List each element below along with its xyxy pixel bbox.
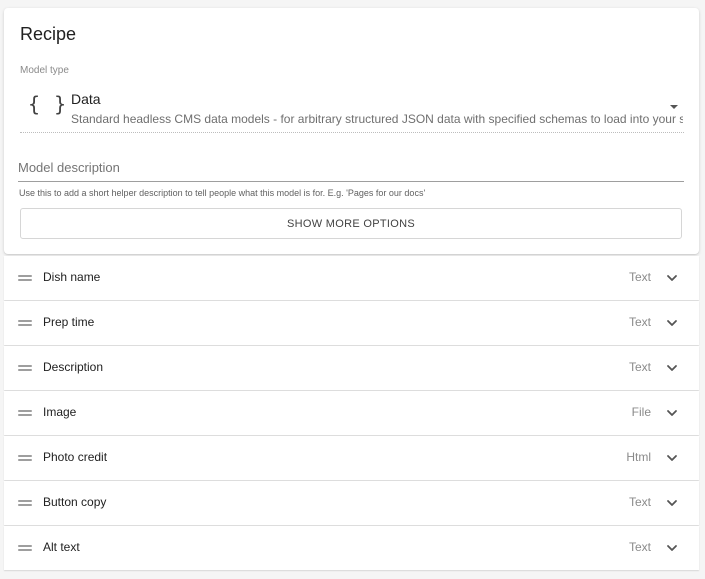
field-row[interactable]: Alt text Text: [4, 526, 699, 570]
model-type-select[interactable]: { } Data Standard headless CMS data mode…: [20, 80, 684, 133]
field-row[interactable]: Image File: [4, 391, 699, 435]
model-description-input[interactable]: [18, 154, 684, 180]
field-name: Image: [43, 405, 77, 419]
field-name: Description: [43, 360, 104, 374]
field-type: Text: [628, 540, 651, 554]
chevron-down-icon[interactable]: [665, 406, 679, 420]
model-description-field: [18, 154, 684, 182]
field-name: Dish name: [43, 270, 101, 284]
drag-handle-icon[interactable]: [18, 500, 32, 506]
field-name: Button copy: [43, 495, 107, 509]
field-list: Dish name Text Prep time Text Description Tex…: [4, 256, 699, 571]
chevron-down-icon[interactable]: [665, 316, 679, 330]
drag-handle-icon[interactable]: [18, 410, 32, 416]
field-row[interactable]: Photo credit Html: [4, 436, 699, 480]
drag-handle-icon[interactable]: [18, 545, 32, 551]
field-row[interactable]: Dish name Text: [4, 256, 699, 300]
field-name: Alt text: [43, 540, 80, 554]
drag-handle-icon[interactable]: [18, 275, 32, 281]
chevron-down-icon[interactable]: [665, 496, 679, 510]
field-row[interactable]: Button copy Text: [4, 481, 699, 525]
model-type-description: Standard headless CMS data models - for …: [71, 112, 683, 126]
chevron-down-icon[interactable]: [665, 451, 679, 465]
field-name: Prep time: [43, 315, 95, 329]
caret-down-icon: [670, 105, 678, 109]
chevron-down-icon[interactable]: [665, 541, 679, 555]
field-type: Text: [628, 360, 651, 374]
drag-handle-icon[interactable]: [18, 365, 32, 371]
field-type: Html: [626, 450, 651, 464]
model-type-label: Model type: [20, 65, 69, 76]
field-type: Text: [628, 270, 651, 284]
model-title: Recipe: [20, 24, 77, 44]
field-row[interactable]: Description Text: [4, 346, 699, 390]
field-row[interactable]: Prep time Text: [4, 301, 699, 345]
show-more-options-button[interactable]: SHOW MORE OPTIONS: [20, 208, 682, 239]
chevron-down-icon[interactable]: [665, 361, 679, 375]
field-type: Text: [628, 495, 651, 509]
field-name: Photo credit: [43, 450, 108, 464]
model-description-help: Use this to add a short helper descripti…: [19, 188, 426, 198]
drag-handle-icon[interactable]: [18, 455, 32, 461]
chevron-down-icon[interactable]: [665, 271, 679, 285]
model-type-name: Data: [71, 91, 101, 107]
field-type: File: [631, 405, 651, 419]
model-settings-card: Recipe Model type { } Data Standard head…: [4, 8, 699, 254]
drag-handle-icon[interactable]: [18, 320, 32, 326]
field-type: Text: [628, 315, 651, 329]
braces-icon: { }: [28, 92, 68, 116]
